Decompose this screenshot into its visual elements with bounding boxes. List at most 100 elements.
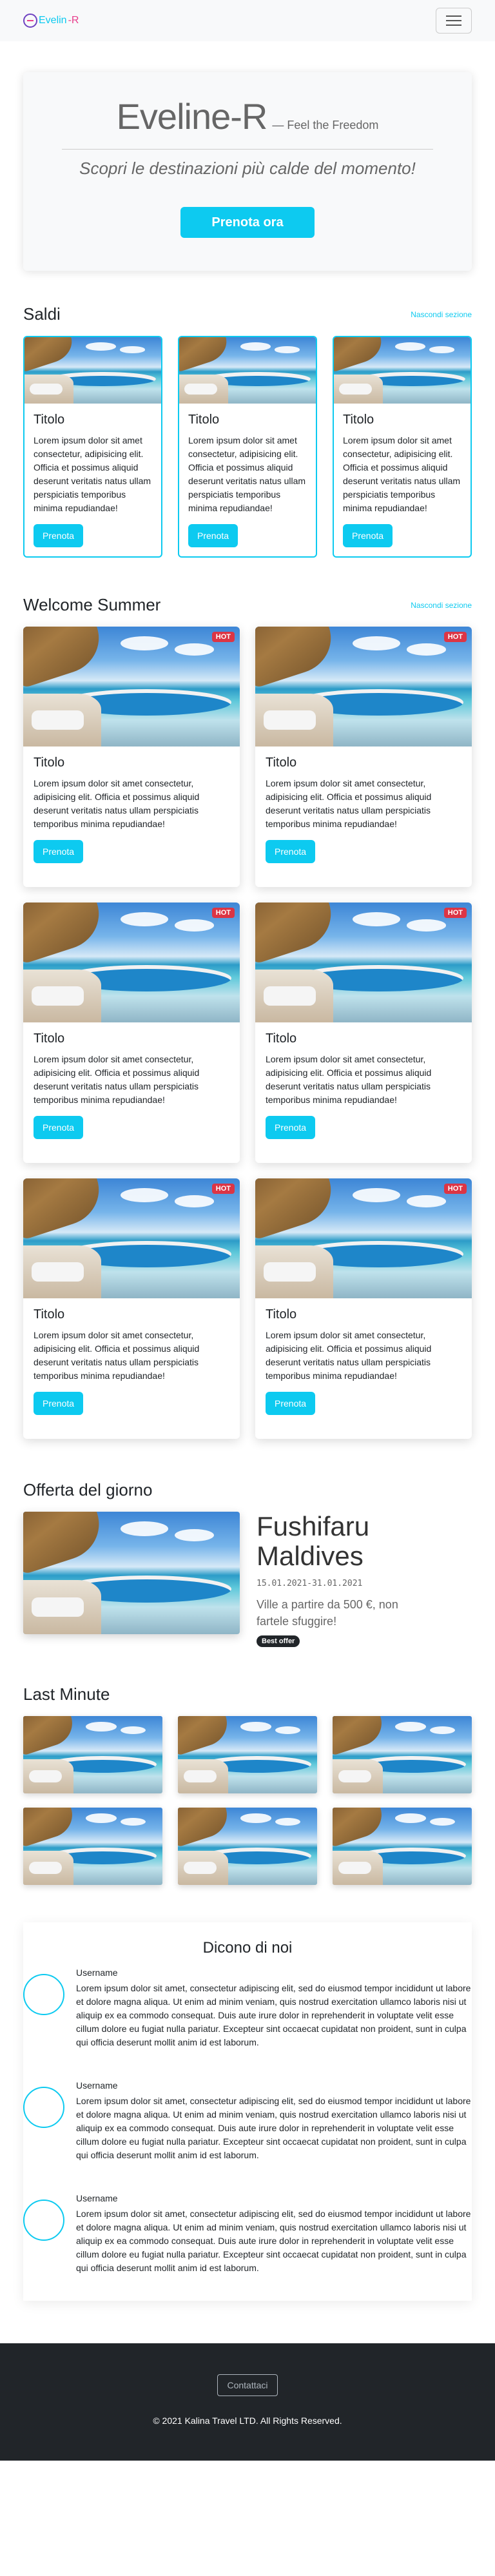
hide-section-link[interactable]: Nascondi sezione: [411, 310, 472, 319]
hide-section-link[interactable]: Nascondi sezione: [411, 601, 472, 610]
resort-image: [23, 627, 240, 746]
avatar: [23, 2199, 64, 2241]
book-button[interactable]: Prenota: [34, 840, 84, 863]
image-decoration: [353, 636, 401, 651]
review-item: Username Lorem ipsum dolor sit amet, con…: [23, 2193, 472, 2275]
image-decoration: [395, 342, 426, 351]
hamburger-icon-bar: [446, 24, 461, 26]
book-button[interactable]: Prenota: [34, 1392, 84, 1415]
book-button[interactable]: Prenota: [34, 524, 84, 547]
image-decoration: [121, 1726, 146, 1735]
last-minute-image[interactable]: [23, 1807, 162, 1885]
contact-button[interactable]: Contattaci: [217, 2374, 278, 2396]
image-decoration: [28, 1861, 63, 1874]
summer-card: HOT Titolo Lorem ipsum dolor sit amet co…: [255, 627, 472, 887]
card-title: Titolo: [34, 1307, 65, 1322]
book-button[interactable]: Prenota: [266, 1116, 316, 1139]
section-title: Saldi: [23, 304, 61, 324]
resort-image: [23, 1178, 240, 1298]
review-text: Lorem ipsum dolor sit amet, consectetur …: [76, 2095, 471, 2160]
image-decoration: [121, 1187, 169, 1203]
last-minute-image[interactable]: [178, 1807, 317, 1885]
book-now-button[interactable]: Prenota ora: [180, 207, 315, 238]
hamburger-menu-button[interactable]: [436, 8, 472, 34]
book-button[interactable]: Prenota: [266, 1392, 316, 1415]
hero-title: Eveline-R — Feel the Freedom: [23, 95, 472, 137]
card-title: Titolo: [188, 413, 220, 427]
image-decoration: [28, 1770, 63, 1782]
copyright: © 2021 Kalina Travel LTD. All Rights Res…: [153, 2415, 342, 2426]
sale-card: Titolo Lorem ipsum dolor sit amet consec…: [333, 336, 472, 558]
image-decoration: [275, 346, 300, 353]
image-decoration: [23, 1715, 78, 1756]
sale-card: Titolo Lorem ipsum dolor sit amet consec…: [178, 336, 317, 558]
section-title: Dicono di noi: [202, 1938, 293, 1956]
card-title: Titolo: [34, 413, 65, 427]
image-decoration: [240, 342, 271, 351]
image-decoration: [32, 986, 84, 1006]
offer-name-line1: Fushifaru: [257, 1511, 370, 1541]
hot-badge: HOT: [443, 632, 467, 642]
image-decoration: [178, 1715, 233, 1756]
image-decoration: [395, 1813, 426, 1823]
image-decoration: [30, 384, 63, 395]
resort-image: [255, 627, 472, 746]
hot-badge: HOT: [443, 1184, 467, 1194]
image-decoration: [255, 903, 340, 965]
image-decoration: [430, 1818, 456, 1826]
last-minute-image[interactable]: [333, 1807, 472, 1885]
image-decoration: [23, 1178, 108, 1241]
hero-divider: [62, 149, 433, 150]
offer-section: Offerta del giorno Fushifaru Maldives 15…: [23, 1480, 472, 1647]
last-minute-image[interactable]: [178, 1715, 317, 1793]
image-decoration: [240, 1722, 271, 1732]
summer-card: HOT Titolo Lorem ipsum dolor sit amet co…: [23, 1178, 240, 1439]
image-decoration: [353, 1187, 401, 1203]
saldi-cards: Titolo Lorem ipsum dolor sit amet consec…: [23, 336, 472, 558]
review-item: Username Lorem ipsum dolor sit amet, con…: [23, 2080, 472, 2162]
sale-card: Titolo Lorem ipsum dolor sit amet consec…: [23, 336, 162, 558]
card-text: Lorem ipsum dolor sit amet consectetur, …: [34, 1054, 200, 1105]
image-decoration: [395, 1722, 426, 1732]
section-title: Welcome Summer: [23, 595, 161, 614]
image-decoration: [184, 384, 218, 395]
card-text: Lorem ipsum dolor sit amet consectetur, …: [34, 1330, 200, 1381]
image-decoration: [179, 337, 232, 373]
offer-image[interactable]: [23, 1512, 240, 1634]
image-decoration: [407, 643, 446, 656]
brand-name: Evelin: [39, 15, 67, 26]
image-decoration: [407, 919, 446, 932]
image-decoration: [333, 1807, 387, 1848]
hero-brand-title: Eveline-R: [116, 96, 268, 137]
last-minute-image[interactable]: [333, 1715, 472, 1793]
image-decoration: [178, 1807, 233, 1848]
image-decoration: [32, 1597, 84, 1617]
review-item: Username Lorem ipsum dolor sit amet, con…: [23, 1967, 472, 2049]
image-decoration: [32, 710, 84, 730]
image-decoration: [121, 1521, 169, 1536]
card-text: Lorem ipsum dolor sit amet consectetur, …: [188, 435, 306, 513]
image-decoration: [240, 1813, 271, 1823]
book-button[interactable]: Prenota: [266, 840, 316, 863]
card-title: Titolo: [266, 1031, 297, 1046]
hamburger-icon-bar: [446, 20, 461, 21]
review-username: Username: [76, 2080, 118, 2091]
book-button[interactable]: Prenota: [34, 1116, 84, 1139]
last-minute-image[interactable]: [23, 1715, 162, 1793]
hero-jumbotron: Eveline-R — Feel the Freedom Scopri le d…: [23, 72, 472, 271]
resort-image: [255, 1178, 472, 1298]
review-text: Lorem ipsum dolor sit amet, consectetur …: [76, 1982, 471, 2047]
card-text: Lorem ipsum dolor sit amet consectetur, …: [266, 1330, 432, 1381]
hamburger-icon: [446, 15, 461, 17]
reviews-section: Dicono di noi Username Lorem ipsum dolor…: [23, 1922, 472, 2301]
brand-logo[interactable]: Evelin -R: [23, 14, 79, 28]
book-button[interactable]: Prenota: [343, 524, 393, 547]
image-decoration: [264, 1262, 316, 1282]
offer-description: Ville a partire da 500 €, non fartele sf…: [257, 1598, 398, 1628]
review-text: Lorem ipsum dolor sit amet, consectetur …: [76, 2208, 471, 2273]
summer-card: HOT Titolo Lorem ipsum dolor sit amet co…: [255, 903, 472, 1163]
book-button[interactable]: Prenota: [188, 524, 238, 547]
avatar: [23, 1973, 64, 2015]
image-decoration: [333, 1715, 387, 1756]
image-decoration: [24, 337, 77, 373]
